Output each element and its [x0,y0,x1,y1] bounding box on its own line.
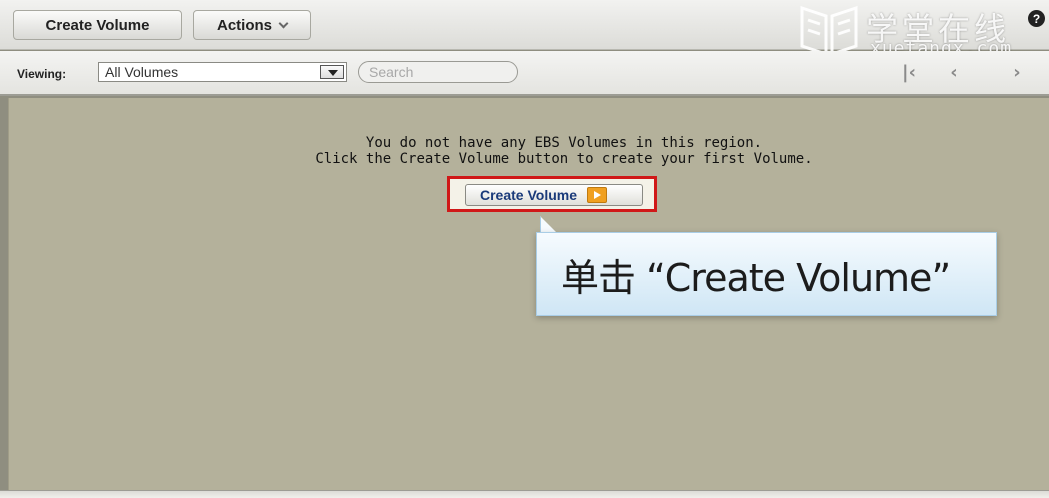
viewing-select[interactable]: All Volumes [98,62,347,82]
volumes-content-area: You do not have any EBS Volumes in this … [8,98,1049,490]
bottom-panel-edge [0,490,1049,498]
callout-text: 单击 “Create Volume” [561,256,951,300]
actions-label: Actions [216,16,272,34]
next-page-icon[interactable]: › [1004,61,1030,83]
search-input[interactable] [358,61,518,83]
help-icon[interactable]: ? [1028,10,1045,27]
highlight-frame: Create Volume [447,176,657,212]
empty-state-create-volume-button[interactable]: Create Volume [465,184,643,206]
viewing-selected-value: All Volumes [105,64,179,80]
previous-page-icon[interactable]: ‹ [941,61,967,83]
empty-message-line-2: Click the Create Volume button to create… [315,151,813,167]
viewing-label: Viewing: [17,67,67,81]
empty-state-create-label: Create Volume [480,187,577,203]
first-page-icon[interactable]: |‹ [896,61,922,83]
actions-dropdown-button[interactable]: Actions [193,10,311,40]
create-volume-label: Create Volume [45,16,150,34]
empty-message-line-1: You do not have any EBS Volumes in this … [365,135,763,151]
create-volume-button[interactable]: Create Volume [13,10,182,40]
dropdown-arrow-icon[interactable] [320,65,344,79]
chevron-down-icon [278,18,289,28]
instruction-callout: 单击 “Create Volume” [536,232,997,316]
filter-bar: Viewing: All Volumes |‹ ‹ › [0,51,1049,96]
play-arrow-icon [587,187,607,203]
